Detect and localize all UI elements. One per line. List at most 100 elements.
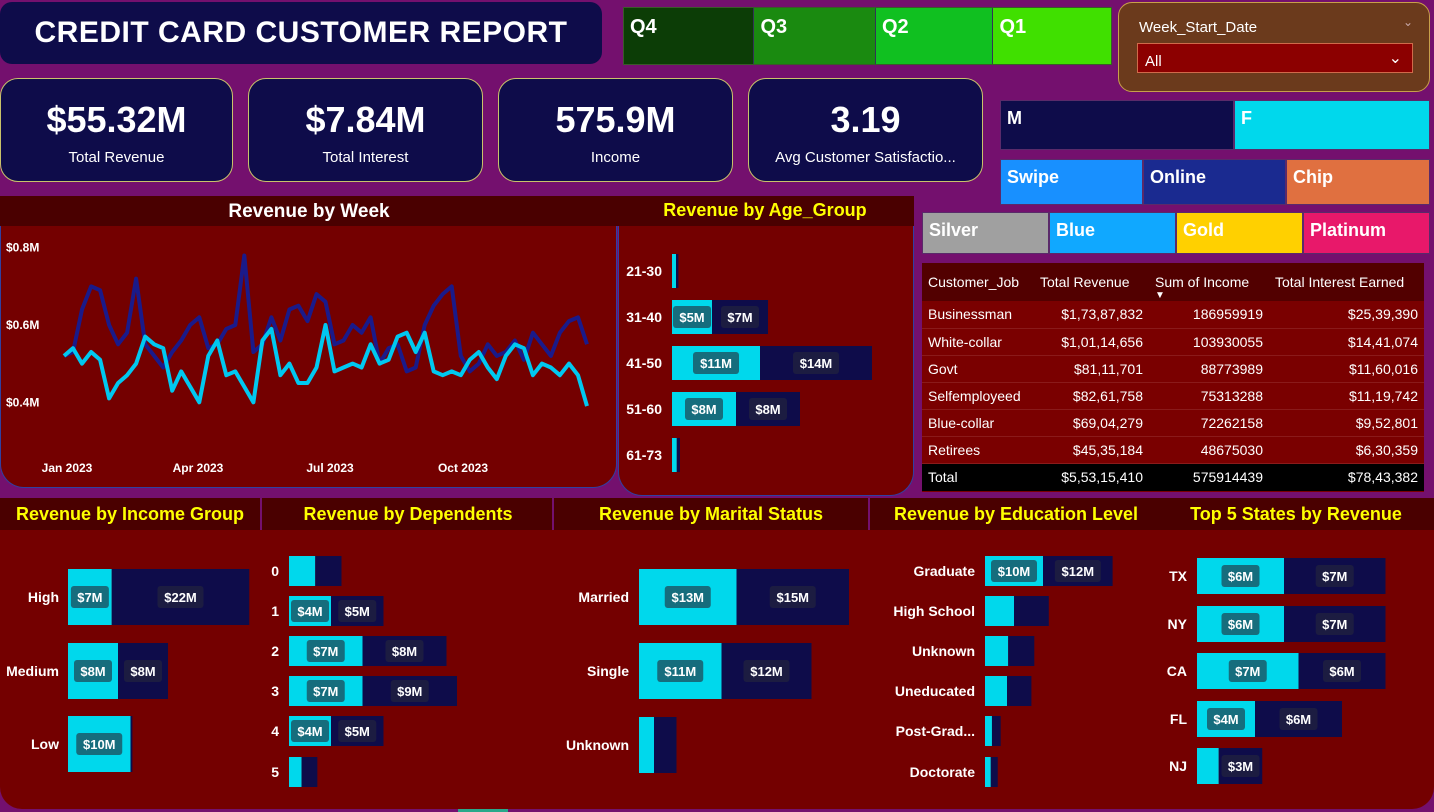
bar-female [985,596,1014,626]
kpi-value: 575.9M [555,99,676,140]
col-header-total-interest[interactable]: Total Interest Earned [1269,263,1424,301]
quarter-q4-button[interactable]: Q4 [624,8,755,64]
data-label: $8M [691,402,716,417]
category-label: 4 [271,723,279,739]
revenue-by-week-panel: Revenue by Week $0.4M $0.6M $0.8M Jan 2023 Ap… [0,196,618,490]
bar-male [991,716,1001,746]
sort-desc-icon: ▼ [1155,290,1165,301]
bar-male [1014,596,1049,626]
col-header-total-revenue[interactable]: Total Revenue [1034,263,1149,301]
dropdown-arrow-icon: ⌄ [1388,50,1402,67]
y-tick-label: $0.6M [6,318,39,332]
table-cell: $5,53,15,410 [1034,463,1149,491]
category-label: High [28,589,59,605]
table-cell: $9,52,801 [1269,409,1424,437]
category-label: FL [1170,711,1188,727]
table-row[interactable]: Govt $81,11,701 88773989 $11,60,016 [922,355,1424,383]
gender-f-button[interactable]: F [1234,100,1430,150]
table-cell: Govt [922,355,1034,383]
quarter-q3-button[interactable]: Q3 [754,8,876,64]
week-filter-dropdown[interactable]: All ⌄ [1137,43,1413,73]
x-tick-label: Oct 2023 [438,461,488,475]
chart-title: Revenue by Income Group [16,504,244,524]
category-label: 5 [271,764,279,780]
kpi-total-revenue: $55.32M Total Revenue [0,78,233,182]
bar-female [672,438,677,472]
card-silver-button[interactable]: Silver [922,212,1049,254]
data-label: $8M [130,664,155,679]
kpi-label: Total Revenue [68,149,165,166]
data-label: $7M [1322,617,1347,632]
table-total-row[interactable]: Total $5,53,15,410 575914439 $78,43,382 [922,463,1424,491]
category-label: Graduate [914,563,976,579]
data-label: $7M [77,590,102,605]
card-blue-button[interactable]: Blue [1049,212,1176,254]
card-gold-button[interactable]: Gold [1176,212,1303,254]
chart-title: Revenue by Age_Group [663,200,866,220]
channel-swipe-button[interactable]: Swipe [1000,159,1143,205]
data-label: $10M [998,564,1031,579]
data-label: $7M [727,310,752,325]
category-label: 31-40 [626,309,662,325]
category-label: 61-73 [626,447,662,463]
channel-chip-button[interactable]: Chip [1286,159,1430,205]
quarter-q1-button[interactable]: Q1 [993,8,1111,64]
bar-female [289,556,316,586]
category-label: Uneducated [895,683,975,699]
category-label: TX [1169,568,1188,584]
week-filter-value: All [1145,53,1162,70]
data-label: $11M [700,356,732,371]
chevron-down-icon[interactable]: ⌄ [1403,15,1413,29]
table-row[interactable]: Retirees $45,35,184 48675030 $6,30,359 [922,436,1424,464]
chart-title: Revenue by Dependents [303,504,512,524]
data-label: $5M [679,310,704,325]
quarter-q2-button[interactable]: Q2 [875,8,994,64]
table-cell: 75313288 [1149,382,1269,410]
kpi-label: Total Interest [322,149,409,166]
kpi-total-interest: $7.84M Total Interest [248,78,483,182]
table-row[interactable]: Selfemployeed $82,61,758 75313288 $11,19,74… [922,382,1424,410]
table-row[interactable]: White-collar $1,01,14,656 103930055 $14,41,… [922,328,1424,356]
data-label: $7M [1235,664,1260,679]
revenue-by-age-group-panel: Revenue by Age_Group 21-30 31-40 $5M $7M 41-5… [618,196,914,498]
col-header-sum-of-income[interactable]: Sum of Income ▼ [1149,263,1269,301]
bar-female [985,636,1009,666]
bar-female [1197,748,1219,784]
table-cell: Retirees [922,436,1034,464]
kpi-label: Avg Customer Satisfactio... [775,149,956,166]
data-label: $12M [1062,564,1095,579]
category-label: 21-30 [626,263,662,279]
data-label: $6M [1329,664,1354,679]
category-label: Medium [6,663,59,679]
gender-m-button[interactable]: M [1000,100,1234,150]
table-row[interactable]: Blue-collar $69,04,279 72262158 $9,52,801 [922,409,1424,437]
bar-male [1008,636,1035,666]
bar-male [130,716,133,772]
kpi-label: Income [590,149,641,166]
table-cell: 88773989 [1149,355,1269,383]
customer-job-table: Customer_Job Total Revenue Sum of Income… [922,263,1424,492]
bar-male [315,556,342,586]
table-cell: $81,11,701 [1034,355,1149,383]
channel-online-button[interactable]: Online [1143,159,1286,205]
kpi-income: 575.9M Income [498,78,733,182]
table-header-row: Customer_Job Total Revenue Sum of Income… [922,263,1424,301]
col-header-customer-job[interactable]: Customer_Job [922,263,1034,301]
data-label: $12M [750,664,783,679]
table-row[interactable]: Businessman $1,73,87,832 186959919 $25,39,3… [922,301,1424,329]
data-label: $14M [800,356,833,371]
data-label: $15M [776,590,809,605]
bar-male [676,438,680,472]
bar-female [985,757,991,787]
data-label: $9M [397,684,422,699]
table-cell: $82,61,758 [1034,382,1149,410]
category-label: Doctorate [910,764,976,780]
category-label: CA [1167,663,1187,679]
table-cell: $69,04,279 [1034,409,1149,437]
data-label: $22M [164,590,197,605]
table-cell: 186959919 [1149,301,1269,329]
chart-title: Revenue by Marital Status [599,504,823,524]
table-cell: Businessman [922,301,1034,329]
bottom-charts: Revenue by Income Group Revenue by Depend… [6,504,1402,787]
card-platinum-button[interactable]: Platinum [1303,212,1430,254]
